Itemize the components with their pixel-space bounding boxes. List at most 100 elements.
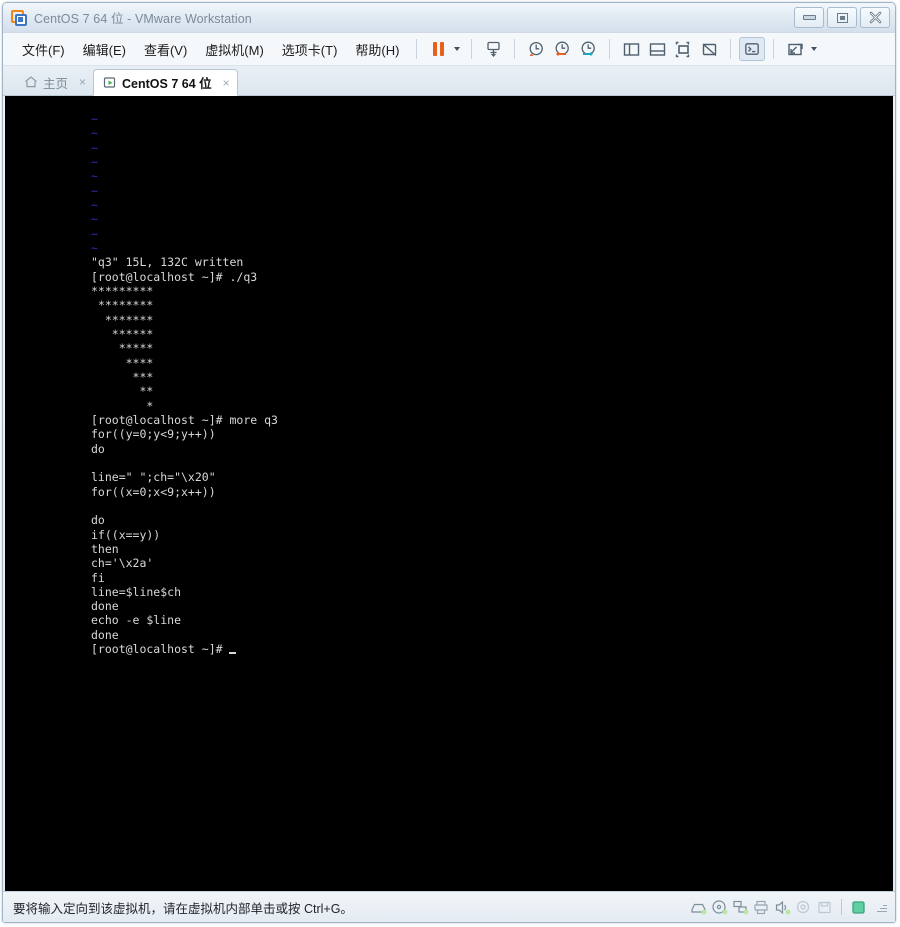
- terminal-line: ~: [91, 169, 98, 184]
- menu-tabs[interactable]: 选项卡(T): [273, 37, 347, 62]
- toolbar-separator: [730, 39, 732, 59]
- terminal-line: *********: [91, 283, 154, 298]
- snapshot-manager-button[interactable]: [575, 37, 601, 61]
- show-library-button[interactable]: [618, 37, 644, 61]
- terminal-line: [root@localhost ~]# ./q3: [91, 269, 258, 284]
- terminal-line: ~: [91, 226, 98, 241]
- terminal-line: ********: [91, 298, 154, 313]
- menu-view[interactable]: 查看(V): [135, 37, 196, 62]
- terminal-cursor: [229, 652, 237, 655]
- status-cddvd-icon[interactable]: [711, 899, 728, 916]
- unity-mode-button[interactable]: [696, 37, 722, 61]
- tab-home-close[interactable]: ×: [79, 75, 86, 89]
- menu-help[interactable]: 帮助(H): [346, 37, 408, 62]
- send-ctrl-alt-del-button[interactable]: [480, 37, 506, 61]
- terminal-line: if((x==y)): [91, 527, 161, 542]
- terminal-line: done: [91, 627, 119, 642]
- terminal-line: line=$line$ch: [91, 584, 182, 599]
- tab-centos7-label: CentOS 7 64 位: [122, 77, 212, 91]
- vmware-logo-icon: [11, 9, 27, 26]
- status-network-icon[interactable]: [732, 899, 749, 916]
- full-screen-button[interactable]: [670, 37, 696, 61]
- terminal-line: ******: [91, 326, 154, 341]
- snapshot-clock-icon: [529, 41, 543, 56]
- keyboard-send-icon: [487, 41, 500, 57]
- terminal-line: ~: [91, 140, 98, 155]
- panel-left-icon: [623, 42, 640, 56]
- terminal-line: echo -e $line: [91, 613, 182, 628]
- status-usb-icon[interactable]: [795, 899, 812, 916]
- toolbar-separator: [773, 39, 775, 59]
- maximize-button[interactable]: [827, 7, 857, 28]
- terminal-line: for((x=0;x<9;x++)): [91, 484, 216, 499]
- toolbar-separator: [416, 39, 418, 59]
- tab-strip: 主页 × CentOS 7 64 位 ×: [3, 66, 895, 96]
- terminal-line: ~: [91, 126, 98, 141]
- terminal-line: ****: [91, 355, 154, 370]
- status-harddisk-icon[interactable]: [690, 899, 707, 916]
- menu-edit[interactable]: 编辑(E): [74, 37, 135, 62]
- terminal-prompt: [root@localhost ~]#: [91, 642, 230, 657]
- terminal-line: line=" ";ch="\x20": [91, 470, 216, 485]
- tab-home-label: 主页: [43, 76, 69, 91]
- terminal-line: "q3" 15L, 132C written: [91, 255, 244, 270]
- title-bar: CentOS 7 64 位 - VMware Workstation: [3, 3, 895, 33]
- toolbar-separator: [609, 39, 611, 59]
- status-printer-icon[interactable]: [753, 899, 770, 916]
- terminal-line: **: [91, 384, 154, 399]
- vm-console-screen[interactable]: ~ ~ ~ ~ ~ ~ ~ ~ ~ ~ "q3" 15L, 132C written [root@lo…: [5, 96, 893, 891]
- pause-button[interactable]: [425, 37, 451, 61]
- status-display-icon[interactable]: [850, 899, 867, 916]
- close-icon: [869, 11, 881, 24]
- status-message: 要将输入定向到该虚拟机，请在虚拟机内部单击或按 Ctrl+G。: [13, 901, 353, 916]
- minimize-button[interactable]: [794, 7, 824, 28]
- terminal-output: ~ ~ ~ ~ ~ ~ ~ ~ ~ ~ "q3" 15L, 132C written [root@lo…: [91, 112, 278, 656]
- console-view-button[interactable]: [739, 37, 766, 61]
- snapshot-take-button[interactable]: [523, 37, 549, 61]
- terminal-line: then: [91, 541, 119, 556]
- terminal-line: ~: [91, 212, 98, 227]
- menu-file[interactable]: 文件(F): [13, 37, 74, 62]
- close-button[interactable]: [860, 7, 890, 28]
- terminal-prompt-line: [root@localhost ~]#: [91, 642, 278, 656]
- unity-mode-icon: [702, 42, 717, 56]
- terminal-line: *****: [91, 341, 154, 356]
- tab-centos7[interactable]: CentOS 7 64 位 ×: [93, 69, 238, 96]
- menu-vm[interactable]: 虚拟机(M): [196, 37, 273, 62]
- stretch-dropdown[interactable]: [808, 37, 820, 61]
- terminal-line: ~: [91, 154, 98, 169]
- status-floppy-icon[interactable]: [816, 899, 833, 916]
- pause-dropdown[interactable]: [451, 37, 463, 61]
- terminal-line: ~: [91, 197, 98, 212]
- status-separator: [841, 899, 842, 915]
- menu-bar: 文件(F) 编辑(E) 查看(V) 虚拟机(M) 选项卡(T) 帮助(H): [3, 33, 895, 66]
- terminal-line: ~: [91, 183, 98, 198]
- vmware-workstation-window: CentOS 7 64 位 - VMware Workstation 文件(F)…: [2, 2, 896, 923]
- toolbar-separator: [471, 39, 473, 59]
- status-device-icons: [690, 899, 887, 916]
- fullscreen-icon: [675, 41, 690, 57]
- status-bar: 要将输入定向到该虚拟机，请在虚拟机内部单击或按 Ctrl+G。: [3, 891, 895, 922]
- snapshot-revert-icon: [555, 41, 569, 56]
- terminal-line: [root@localhost ~]# more q3: [91, 412, 278, 427]
- panel-bottom-icon: [649, 42, 666, 56]
- terminal-line: *******: [91, 312, 154, 327]
- terminal-line: done: [91, 599, 119, 614]
- status-sound-icon[interactable]: [774, 899, 791, 916]
- snapshot-manager-icon: [581, 41, 595, 56]
- terminal-line: ***: [91, 369, 154, 384]
- terminal-line: for((y=0;y<9;y++)): [91, 427, 216, 442]
- tab-centos7-close[interactable]: ×: [223, 76, 230, 90]
- tab-home[interactable]: 主页 ×: [15, 69, 93, 95]
- snapshot-revert-button[interactable]: [549, 37, 575, 61]
- window-title: CentOS 7 64 位 - VMware Workstation: [34, 12, 252, 26]
- vm-play-icon: [103, 76, 117, 90]
- show-thumbnail-bar-button[interactable]: [644, 37, 670, 61]
- terminal-line: ~: [91, 240, 98, 255]
- terminal-line: do: [91, 441, 105, 456]
- resize-grip[interactable]: [875, 901, 887, 913]
- home-icon: [24, 75, 38, 89]
- stretch-guest-button[interactable]: [782, 37, 808, 61]
